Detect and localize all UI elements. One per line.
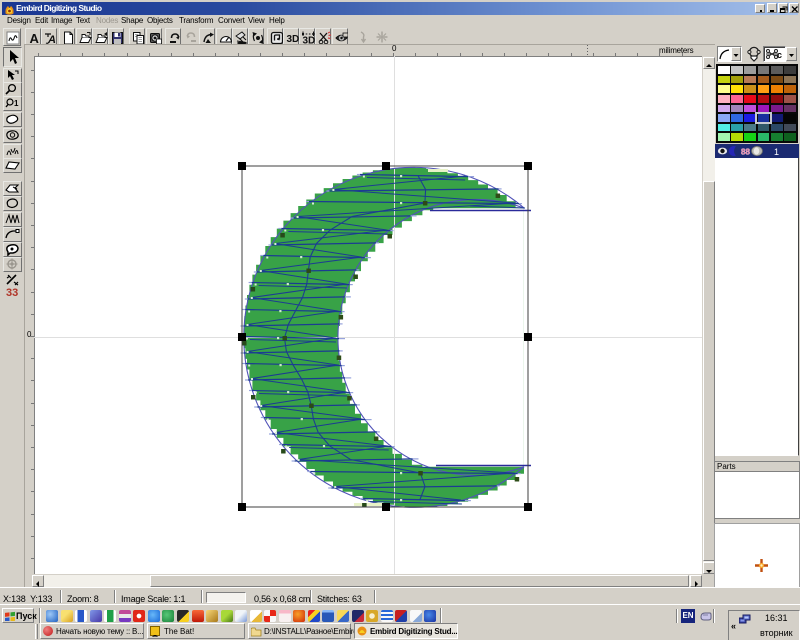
svg-text:c: c — [777, 50, 782, 60]
svg-text:1: 1 — [774, 147, 779, 157]
svg-text:88: 88 — [741, 148, 750, 157]
svg-text:1: 1 — [14, 99, 19, 108]
